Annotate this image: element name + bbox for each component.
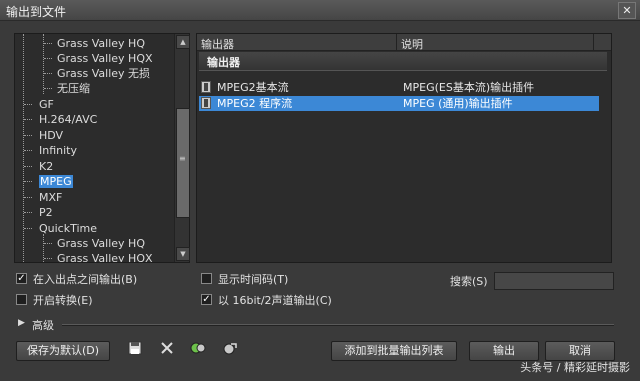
export-preset-icon[interactable] [222, 341, 238, 357]
list-item-selected[interactable]: MPEG2 程序流 MPEG (通用)输出插件 [199, 96, 599, 111]
delete-icon[interactable] [159, 341, 175, 357]
search-input[interactable] [494, 272, 614, 290]
checkbox-icon[interactable] [201, 273, 212, 284]
scroll-thumb[interactable]: ≡ [176, 108, 190, 218]
tree-item[interactable]: H.264/AVC [39, 112, 97, 127]
tree-item[interactable]: HDV [39, 128, 63, 143]
list-item[interactable]: MPEG2基本流 MPEG(ES基本流)输出插件 [199, 80, 599, 95]
add-batch-button[interactable]: 添加到批量输出列表 [331, 341, 457, 361]
column-header-desc[interactable]: 说明 [401, 36, 423, 52]
timecode-checkbox[interactable]: 显示时间码(T) [201, 272, 371, 287]
search-label: 搜索(S) [450, 275, 488, 288]
tree-item[interactable]: Grass Valley HQ [57, 36, 145, 51]
group-title: 输出器 [207, 56, 240, 69]
tree-scrollbar[interactable]: ▲ ≡ ▼ [174, 34, 190, 262]
film-strip-icon [201, 81, 211, 93]
preset-icon[interactable] [190, 341, 206, 357]
tree-item-selected[interactable]: MPEG [39, 174, 73, 189]
exporter-list: 输出器 说明 输出器 MPEG2基本流 MPEG(ES基本流)输出插件 MPEG… [196, 33, 612, 263]
tree-item[interactable]: Grass Valley 无损 [57, 66, 150, 81]
close-button[interactable]: ✕ [618, 2, 636, 19]
column-header-name[interactable]: 输出器 [201, 36, 234, 52]
scroll-down-icon[interactable]: ▼ [176, 247, 190, 261]
tree-item[interactable]: Grass Valley HQX [57, 51, 153, 66]
tree-item[interactable]: QuickTime [39, 221, 97, 236]
save-icon[interactable] [127, 341, 143, 357]
divider [62, 324, 614, 326]
scroll-up-icon[interactable]: ▲ [176, 35, 190, 49]
save-default-button[interactable]: 保存为默认(D) [16, 341, 110, 361]
checkbox-checked-icon[interactable]: ✓ [201, 294, 212, 305]
window-title: 输出到文件 [6, 5, 67, 19]
tree-item[interactable]: K2 [39, 159, 53, 174]
tree-item[interactable]: MXF [39, 190, 62, 205]
tree-item[interactable]: GF [39, 97, 54, 112]
checkbox-icon[interactable] [16, 294, 27, 305]
tree-item[interactable]: Infinity [39, 143, 77, 158]
list-header: 输出器 说明 [197, 34, 611, 51]
audio-checkbox[interactable]: ✓ 以 16bit/2声道输出(C) [201, 293, 401, 308]
expand-arrow-icon[interactable]: ▶ [18, 318, 25, 328]
in-out-checkbox[interactable]: ✓ 在入出点之间输出(B) [16, 272, 186, 287]
tree-item[interactable]: P2 [39, 205, 53, 220]
tree-item[interactable]: 无压缩 [57, 81, 90, 96]
group-header: 输出器 [199, 52, 607, 71]
cancel-button[interactable]: 取消 [545, 341, 615, 361]
advanced-label[interactable]: 高级 [32, 317, 54, 333]
format-tree: Grass Valley HQ Grass Valley HQX Grass V… [14, 33, 190, 263]
tree-item[interactable]: Grass Valley HQX [57, 251, 153, 262]
title-bar: 输出到文件 ✕ [0, 0, 640, 21]
checkbox-checked-icon[interactable]: ✓ [16, 273, 27, 284]
watermark-text: 头条号 / 精彩延时摄影 [520, 361, 630, 374]
tree-item[interactable]: Grass Valley HQ [57, 236, 145, 251]
film-strip-icon [201, 97, 211, 109]
convert-checkbox[interactable]: 开启转换(E) [16, 293, 186, 308]
output-button[interactable]: 输出 [469, 341, 539, 361]
